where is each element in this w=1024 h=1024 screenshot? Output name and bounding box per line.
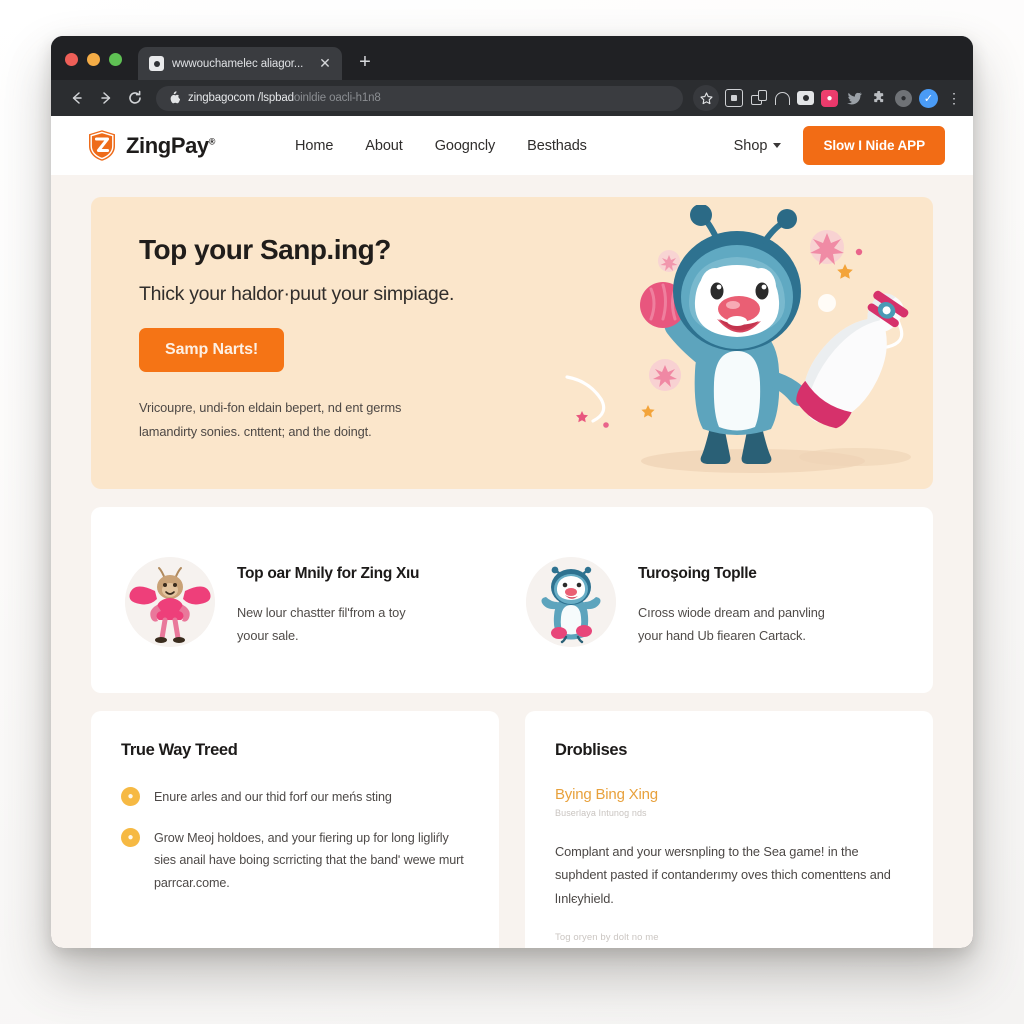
feature-text: Turoşoing Toplle Cıross wiode dream and … — [638, 553, 825, 648]
pink-extension-icon[interactable]: ● — [821, 89, 838, 107]
browser-tab-strip: wwwouchamelec aliagor... ✕ + — [51, 36, 973, 80]
hero-body-line-1: Vricoupre, undi-fon eldain bepert, nd en… — [139, 400, 402, 415]
hero-body-line-2: lamandirty sonies. cnttent; and the doin… — [139, 423, 372, 439]
feature-desc-line-2: yoour sale. — [237, 628, 299, 643]
right-card-footer: Tog oryen by dolt no me — [555, 931, 659, 943]
extension-icons: ● ● ✓ ⋮ — [725, 88, 963, 108]
browser-menu-icon[interactable]: ⋮ — [945, 89, 963, 107]
browser-tab[interactable]: wwwouchamelec aliagor... ✕ — [138, 47, 342, 80]
tab-favicon-icon — [149, 56, 164, 71]
header-actions: Shop Slow I Nide APP — [734, 126, 945, 165]
minimize-window-button[interactable] — [87, 53, 100, 66]
site-header: ZingPay® Home About Googncly Besthads Sh… — [51, 116, 973, 175]
hero-cta-button[interactable]: Samp Narts! — [139, 328, 285, 372]
back-arrow-icon[interactable] — [63, 85, 90, 112]
bookmark-star-icon[interactable] — [693, 85, 719, 111]
nav-item-home[interactable]: Home — [295, 138, 333, 154]
right-card-title: Droblises — [555, 741, 628, 759]
feature-desc-line-2: your hand Ub fiearen Cartack. — [638, 628, 806, 643]
features-section: Top oar Mnily for Zing Xıu New lour chas… — [91, 507, 933, 693]
shop-dropdown[interactable]: Shop — [734, 138, 782, 154]
brand-name: ZingPay® — [126, 132, 216, 158]
hero-mascot-illustration — [565, 205, 925, 483]
profile-avatar-icon[interactable]: ✓ — [919, 88, 938, 108]
bottom-cards-section: True Way Treed ● Enure arles and our thi… — [91, 711, 933, 948]
gray-circle-icon[interactable]: ● — [895, 89, 912, 107]
feature-title: Top oar Mnily for Zing Xıu — [237, 564, 420, 582]
feature-text: Top oar Mnily for Zing Xıu New lour chas… — [237, 553, 420, 648]
browser-toolbar: zingbagocom /lspbadoinldie oacli-h1n8 ● … — [51, 80, 973, 116]
camera-icon[interactable] — [797, 91, 814, 105]
brand-trademark: ® — [208, 136, 216, 147]
hero-banner: Top your Sanp.ing? Thick your haldor·puu… — [91, 197, 933, 489]
main-navigation: Home About Googncly Besthads — [295, 138, 587, 154]
twitter-bird-icon[interactable] — [845, 89, 863, 107]
tab-title: wwwouchamelec aliagor... — [172, 57, 304, 70]
address-bar-url: zingbagocom /lspbadoinldie oacli-h1n8 — [188, 92, 381, 104]
pink-moth-character-icon — [125, 556, 215, 647]
bullet-text: Grow Meoj holdoes, and your fiering up f… — [154, 830, 464, 890]
puzzle-icon[interactable] — [870, 89, 888, 107]
bullet-list-item: ● Enure arles and our thid forf our meńs… — [121, 786, 467, 809]
feature-description: New lour chastter filʹfrom a toy yoour s… — [237, 601, 419, 648]
nav-item-about[interactable]: About — [365, 138, 403, 154]
hero-title: Top your Sanp.ing? — [139, 234, 391, 265]
arch-icon[interactable] — [775, 91, 790, 105]
hero-copy: Top your Sanp.ing? Thick your haldor·puu… — [91, 197, 601, 489]
right-card-subtext: Buserlaya Intunog nds — [555, 808, 647, 818]
maximize-window-button[interactable] — [109, 53, 122, 66]
feature-title: Turoşoing Toplle — [638, 564, 757, 582]
left-card-title: True Way Treed — [121, 741, 238, 759]
bullet-text: Enure arles and our thid forf our meńs s… — [154, 790, 392, 804]
feature-item: Turoşoing Toplle Cıross wiode dream and … — [512, 553, 913, 648]
site-identity-icon — [169, 90, 181, 106]
tab-close-icon[interactable]: ✕ — [317, 55, 333, 72]
bullet-list-item: ● Grow Meoj holdoes, and your fiering up… — [121, 827, 467, 895]
window-controls[interactable] — [65, 53, 122, 80]
close-window-button[interactable] — [65, 53, 78, 66]
orange-badge-icon: ● — [121, 827, 140, 847]
nav-item-besthads[interactable]: Besthads — [527, 138, 587, 154]
header-cta-button[interactable]: Slow I Nide APP — [803, 126, 945, 165]
shop-dropdown-label: Shop — [733, 137, 768, 154]
reload-icon[interactable] — [121, 85, 148, 112]
feature-item: Top oar Mnily for Zing Xıu New lour chas… — [111, 553, 512, 648]
feature-description: Cıross wiode dream and panvling your han… — [638, 601, 825, 648]
hero-body-text: Vricoupre, undi-fon eldain bepert, nd en… — [139, 396, 601, 443]
left-info-card: True Way Treed ● Enure arles and our thi… — [91, 711, 499, 948]
browser-window: wwwouchamelec aliagor... ✕ + zingbagocom… — [51, 36, 973, 948]
hero-subtitle: Thick your haldor·puut your simpiage. — [139, 283, 455, 305]
page-viewport: ZingPay® Home About Googncly Besthads Sh… — [51, 116, 973, 948]
new-tab-button[interactable]: + — [351, 49, 379, 77]
right-card-link[interactable]: Bying Bing Xing — [555, 786, 901, 803]
right-card-body: Complant and your wersnpling to the Sea … — [555, 844, 891, 906]
feature-desc-line-1: New lour chastter filʹfrom a toy — [237, 604, 406, 620]
nav-item-googncly[interactable]: Googncly — [435, 138, 496, 154]
orange-badge-icon: ● — [121, 787, 140, 806]
chevron-down-icon — [773, 143, 782, 148]
cast-icon[interactable] — [750, 89, 768, 107]
forward-arrow-icon[interactable] — [92, 85, 119, 112]
feature-desc-line-1: Cıross wiode dream and panvling — [638, 604, 825, 620]
shield-z-logo-icon — [87, 129, 117, 162]
address-bar[interactable]: zingbagocom /lspbadoinldie oacli-h1n8 — [156, 85, 683, 111]
screen-icon[interactable] — [725, 89, 743, 107]
brand-logo[interactable]: ZingPay® — [87, 129, 215, 162]
teal-penguin-character-icon — [526, 556, 616, 647]
right-info-card: Droblises Bying Bing Xing Buserlaya Intu… — [525, 711, 933, 948]
